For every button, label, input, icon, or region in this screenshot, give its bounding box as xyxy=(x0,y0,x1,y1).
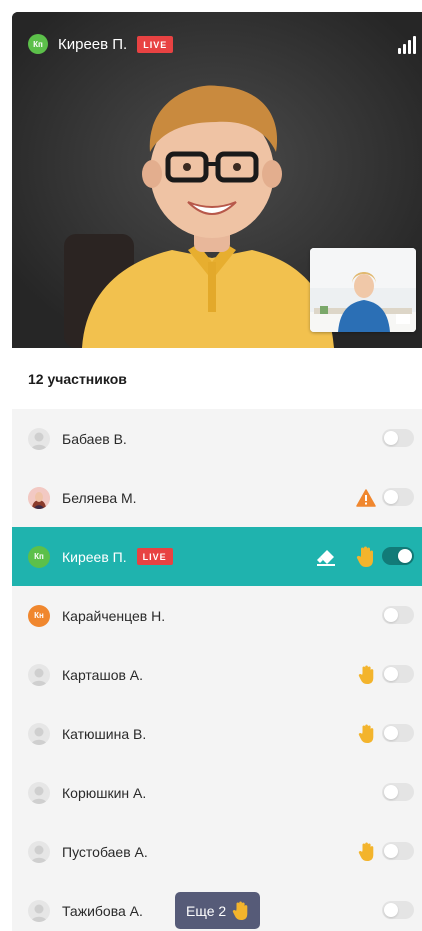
participant-name: Тажибова А. xyxy=(62,902,143,919)
participant-row[interactable]: Карташов А. xyxy=(12,645,422,704)
participants-panel: Кп Киреев П. LIVE 12 участников Бабаев В… xyxy=(12,12,422,931)
teacher-video-image xyxy=(310,248,416,332)
participant-name: Бабаев В. xyxy=(62,430,127,447)
participant-row[interactable]: Тажибова А. Еще 2 xyxy=(12,881,422,931)
more-label: Еще 2 xyxy=(186,902,227,919)
participant-name: Корюшкин А. xyxy=(62,784,147,801)
placeholder-avatar-icon xyxy=(28,781,50,804)
participant-row[interactable]: Катюшина В. xyxy=(12,704,422,763)
initials-text: Кн xyxy=(34,611,44,620)
participant-name: Карташов А. xyxy=(62,666,144,683)
participant-row[interactable]: Беляева М. xyxy=(12,468,422,527)
speaker-initials-avatar: Кп xyxy=(28,34,48,54)
initials-avatar: Кп xyxy=(28,545,50,568)
participant-name: Беляева М. xyxy=(62,489,137,506)
participant-name: Карайченцев Н. xyxy=(62,607,166,624)
participant-row[interactable]: Пустобаев А. xyxy=(12,822,422,881)
participant-toggle[interactable] xyxy=(382,429,414,447)
main-video[interactable]: Кп Киреев П. LIVE xyxy=(12,12,422,348)
initials-avatar: Кн xyxy=(28,604,50,627)
participants-count: 12 участников xyxy=(12,348,422,409)
placeholder-avatar-icon xyxy=(28,899,50,922)
live-badge: LIVE xyxy=(136,548,173,565)
participant-row[interactable]: Кн Карайченцев Н. xyxy=(12,586,422,645)
participant-name: Киреев П. xyxy=(62,548,127,565)
raised-hand-icon[interactable] xyxy=(356,546,376,568)
participant-name: Пустобаев А. xyxy=(62,843,148,860)
more-raised-hands-button[interactable]: Еще 2 xyxy=(175,892,261,929)
raised-hand-icon xyxy=(358,842,374,861)
participant-toggle[interactable] xyxy=(382,901,414,919)
placeholder-avatar-icon xyxy=(28,663,50,686)
raised-hand-icon xyxy=(232,901,248,920)
participant-toggle[interactable] xyxy=(382,606,414,624)
initials-text: Кп xyxy=(34,552,44,561)
eraser-icon[interactable] xyxy=(316,548,336,566)
participants-list: Бабаев В. Беляева М. Кп Киреев П. LIVE К… xyxy=(12,409,422,931)
participant-row[interactable]: Корюшкин А. xyxy=(12,763,422,822)
participant-toggle[interactable] xyxy=(382,842,414,860)
video-speaker-header: Кп Киреев П. LIVE xyxy=(28,34,174,54)
participant-toggle[interactable] xyxy=(382,665,414,683)
participant-name: Катюшина В. xyxy=(62,725,147,742)
participant-toggle[interactable] xyxy=(382,547,414,565)
placeholder-avatar-icon xyxy=(28,722,50,745)
signal-strength-icon xyxy=(398,34,416,54)
raised-hand-icon xyxy=(358,724,374,743)
placeholder-avatar-icon xyxy=(28,840,50,863)
photo-avatar xyxy=(28,486,50,509)
live-badge: LIVE xyxy=(137,35,174,53)
participant-toggle[interactable] xyxy=(382,724,414,742)
participant-toggle[interactable] xyxy=(382,488,414,506)
participant-row-active[interactable]: Кп Киреев П. LIVE xyxy=(12,527,422,586)
participant-row[interactable]: Бабаев В. xyxy=(12,409,422,468)
placeholder-avatar-icon xyxy=(28,427,50,450)
raised-hand-icon xyxy=(358,665,374,684)
participant-toggle[interactable] xyxy=(382,783,414,801)
warning-icon xyxy=(356,488,376,507)
speaker-name: Киреев П. xyxy=(58,35,128,53)
self-view-thumbnail[interactable] xyxy=(310,248,416,332)
